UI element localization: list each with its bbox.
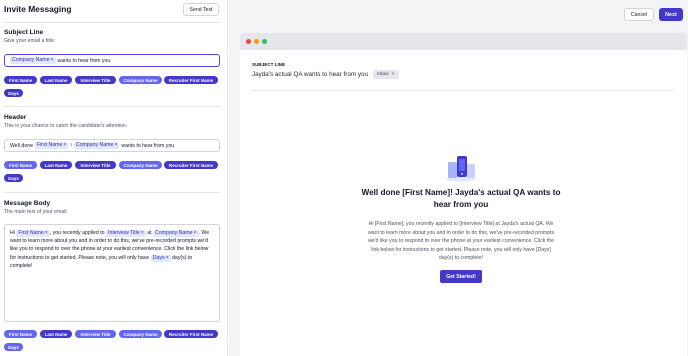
remove-token-icon[interactable]: ×	[50, 57, 53, 63]
subject-input[interactable]: Company Name× wants to hear from you	[4, 54, 220, 67]
remove-token-icon[interactable]: ×	[63, 142, 66, 148]
page-title: Invite Messaging	[4, 4, 72, 14]
phone-interview-illustration	[446, 156, 476, 182]
chip-last-name[interactable]: Last Name	[40, 76, 72, 84]
message-variable-chips: First Name Last Name Interview Title Com…	[4, 330, 220, 352]
token-label: First Name	[18, 230, 44, 236]
subject-variable-chips: First Name Last Name Interview Title Com…	[4, 76, 220, 98]
chip-interview-title[interactable]: Interview Title	[75, 330, 116, 338]
preview-panel: Cancel Next SUBJECT LINE Jayda's actual …	[229, 0, 688, 356]
chip-company-name[interactable]: Company Name	[119, 76, 162, 84]
chip-interview-title[interactable]: Interview Title	[75, 161, 116, 169]
inbox-badge: Inbox ×	[373, 70, 399, 79]
token-label: First Name	[36, 142, 63, 148]
email-preview-window: SUBJECT LINE Jayda's actual QA wants to …	[240, 33, 687, 356]
header-text: Well done	[10, 142, 33, 149]
divider	[4, 192, 220, 193]
divider	[4, 22, 220, 23]
send-test-button[interactable]: Send Test	[183, 3, 219, 16]
chip-first-name[interactable]: First Name	[4, 161, 37, 169]
chip-days[interactable]: Days	[4, 174, 23, 182]
close-icon: ×	[391, 72, 395, 77]
token-label: Days	[152, 254, 165, 261]
token-first-name[interactable]: First Name×	[34, 142, 69, 149]
token-company-name[interactable]: Company Name×	[10, 57, 56, 64]
window-maximize-dot	[262, 39, 267, 44]
header-input[interactable]: Well done First Name× ! Company Name× wa…	[4, 139, 220, 152]
message-text: , you recently applied to	[49, 230, 105, 236]
message-section-title: Message Body	[4, 200, 51, 207]
chip-recruiter-first-name[interactable]: Recruiter First Name	[164, 161, 218, 169]
divider	[252, 90, 674, 91]
divider	[4, 106, 220, 107]
subject-text: wants to hear from you	[57, 57, 111, 64]
next-button[interactable]: Next	[659, 8, 683, 21]
chip-first-name[interactable]: First Name	[4, 76, 37, 84]
window-minimize-dot	[254, 39, 259, 44]
email-body-text: Hi [First Name], you recently applied to…	[367, 221, 555, 261]
token-days[interactable]: Days×	[150, 254, 171, 262]
token-label: Company Name	[75, 142, 114, 148]
header-section-title: Header	[4, 114, 27, 121]
chip-last-name[interactable]: Last Name	[40, 330, 72, 338]
preview-subject-label: SUBJECT LINE	[252, 62, 286, 67]
chip-days[interactable]: Days	[4, 89, 23, 97]
cancel-button[interactable]: Cancel	[624, 8, 654, 21]
remove-token-icon[interactable]: ×	[45, 230, 48, 236]
message-body-input[interactable]: Hi First Name×, you recently applied to …	[4, 224, 220, 322]
remove-token-icon[interactable]: ×	[141, 230, 144, 236]
token-company-name[interactable]: Company Name×	[73, 142, 120, 149]
window-chrome	[240, 33, 687, 50]
chip-first-name[interactable]: First Name	[4, 330, 37, 338]
email-heading: Well done [First Name]! Jayda's actual Q…	[361, 188, 561, 209]
remove-token-icon[interactable]: ×	[114, 142, 117, 148]
token-first-name[interactable]: First Name×	[16, 230, 50, 237]
token-label: Company Name	[12, 57, 50, 63]
message-text: Hi	[10, 230, 15, 236]
token-company-name[interactable]: Company Name×	[153, 230, 199, 237]
editor-panel: Invite Messaging Send Test Subject Line …	[0, 0, 228, 356]
chip-last-name[interactable]: Last Name	[40, 161, 72, 169]
message-section-subtitle: The main text of your email.	[4, 209, 69, 215]
message-text: at	[147, 230, 152, 236]
remove-token-icon[interactable]: ×	[166, 255, 169, 261]
get-started-button[interactable]: Get Started!	[440, 270, 482, 283]
chip-company-name[interactable]: Company Name	[119, 161, 162, 169]
subject-section-subtitle: Give your email a title.	[4, 38, 56, 44]
window-close-dot	[246, 39, 251, 44]
token-interview-title[interactable]: Interview Title×	[106, 230, 146, 237]
chip-interview-title[interactable]: Interview Title	[75, 76, 116, 84]
chip-recruiter-first-name[interactable]: Recruiter First Name	[164, 76, 218, 84]
subject-section-title: Subject Line	[4, 29, 44, 36]
remove-token-icon[interactable]: ×	[193, 230, 196, 236]
chip-days[interactable]: Days	[4, 343, 23, 351]
header-text: !	[70, 142, 72, 149]
preview-subject-text: Jayda's actual QA wants to hear from you	[252, 71, 369, 78]
header-text: wants to hear from you	[121, 142, 175, 149]
inbox-label: Inbox	[377, 72, 389, 77]
chip-recruiter-first-name[interactable]: Recruiter First Name	[164, 330, 218, 338]
token-label: Interview Title	[108, 230, 140, 236]
header-variable-chips: First Name Last Name Interview Title Com…	[4, 161, 220, 183]
header-section-subtitle: This is your chance to catch the candida…	[4, 123, 128, 129]
chip-company-name[interactable]: Company Name	[119, 330, 162, 338]
token-label: Company Name	[155, 230, 193, 236]
